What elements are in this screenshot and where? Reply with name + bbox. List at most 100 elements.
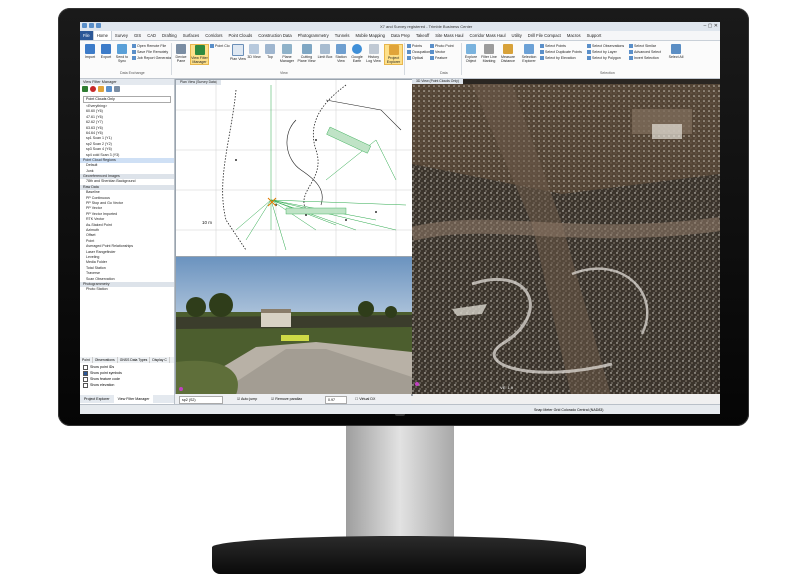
tab-observations[interactable]: Observations xyxy=(93,357,118,363)
tab-photogrammetry[interactable]: Photogrammetry xyxy=(295,31,332,40)
tab-site-mass-haul[interactable]: Site Mass Haul xyxy=(432,31,466,40)
tab-cad[interactable]: CAD xyxy=(144,31,159,40)
tab-macros[interactable]: Macros xyxy=(564,31,584,40)
tab-construction-data[interactable]: Construction Data xyxy=(255,31,295,40)
points-button[interactable]: Points xyxy=(407,44,422,49)
send-to-sync-button[interactable]: Send to Sync xyxy=(114,44,130,63)
select-observations-button[interactable]: Select Observations xyxy=(587,44,624,49)
select-all-button[interactable]: Select All xyxy=(668,44,684,59)
delete-filter-icon[interactable] xyxy=(90,86,96,92)
copy-filter-icon[interactable] xyxy=(106,86,112,92)
google-earth-button[interactable]: Google Earth xyxy=(349,44,365,63)
tab-corridors[interactable]: Corridors xyxy=(202,31,225,40)
save-icon[interactable] xyxy=(82,23,87,28)
virtual-dx-checkbox[interactable]: ☐ Virtual DX xyxy=(355,394,375,404)
select-points-icon xyxy=(540,44,544,49)
station-dropdown[interactable]: sp2 (S2) xyxy=(179,396,223,404)
tab-point-clouds[interactable]: Point Clouds xyxy=(225,31,255,40)
select-by-polygon-button[interactable]: Select by Polygon xyxy=(587,56,621,61)
tab-drill-file-compact[interactable]: Drill File Compact xyxy=(525,31,564,40)
top-button[interactable]: Top xyxy=(262,44,278,59)
filter-icon xyxy=(194,45,205,55)
point-cloud-button[interactable]: Point Clo xyxy=(210,44,230,49)
tab-mobile-mapping[interactable]: Mobile Mapping xyxy=(352,31,388,40)
tab-utility[interactable]: Utility xyxy=(509,31,525,40)
scale-label: 10 m xyxy=(202,220,213,225)
occupation-button[interactable]: Occupation xyxy=(407,50,430,55)
undo-icon[interactable] xyxy=(89,23,94,28)
selection-explorer-button[interactable]: Selection Explorer xyxy=(520,44,538,63)
tab-tunnels[interactable]: Tunnels xyxy=(332,31,353,40)
optical-button[interactable]: Optical xyxy=(407,56,423,61)
tab-home[interactable]: Home xyxy=(92,31,112,40)
tab-project-explorer[interactable]: Project Explorer xyxy=(80,395,114,403)
3d-view[interactable]: 3D View (Point Clouds Only) VE: 1.0 xyxy=(412,79,720,394)
select-points-button[interactable]: Select Points xyxy=(540,44,566,49)
remove-parallax-checkbox[interactable]: ☑ Remove parallax xyxy=(271,394,302,404)
vector-button[interactable]: Vector xyxy=(430,50,445,55)
plane-manager-button[interactable]: Plane Manager xyxy=(278,44,296,63)
title-bar: X7 and Survey registered - Trimble Busin… xyxy=(80,22,720,31)
ribbon-tabs: File Home Survey GIS CAD Drafting Surfac… xyxy=(80,31,720,41)
plan-view[interactable]: Plan View (Survey Data) 10 m xyxy=(175,79,413,257)
tab-takeoff[interactable]: Takeoff xyxy=(413,31,432,40)
advanced-select-button[interactable]: Advanced Select xyxy=(629,50,661,55)
ve-label: VE: 1.0 xyxy=(500,385,514,390)
import-button[interactable]: Import xyxy=(82,44,98,59)
invert-selection-button[interactable]: Invert Selection xyxy=(629,56,659,61)
add-filter-icon[interactable] xyxy=(82,86,88,92)
filter-options-icon[interactable] xyxy=(114,86,120,92)
tab-data-prep[interactable]: Data Prep xyxy=(388,31,413,40)
select-by-elevation-button[interactable]: Select by Elevation xyxy=(540,56,576,61)
tab-display[interactable]: Display C xyxy=(150,357,170,363)
save-file-remotely-button[interactable]: Save File Remotely xyxy=(132,50,168,55)
photo-point-button[interactable]: Photo Point xyxy=(430,44,454,49)
top-view-icon xyxy=(265,44,275,54)
vector-icon xyxy=(430,50,434,55)
station-view[interactable]: Station View (Point Clouds) - sp2 xyxy=(175,256,413,396)
plan-view-button[interactable]: Plan View xyxy=(230,44,246,61)
select-duplicate-points-button[interactable]: Select Duplicate Points xyxy=(540,50,582,55)
tab-surfaces[interactable]: Surfaces xyxy=(180,31,203,40)
filter-line-marking-button[interactable]: Filter Line Marking xyxy=(480,44,498,63)
3d-view-button[interactable]: 3D View xyxy=(246,44,262,59)
device-pane-button[interactable]: Device Pane xyxy=(173,44,189,63)
list-item-photo[interactable]: Photo Station xyxy=(80,287,174,292)
auto-jump-checkbox[interactable]: ☑ Auto jump xyxy=(237,394,257,404)
tab-file[interactable]: File xyxy=(80,31,93,40)
filter-dropdown[interactable]: Point Clouds Only xyxy=(83,96,171,103)
select-by-layer-button[interactable]: Select by Layer xyxy=(587,50,617,55)
parallax-value-input[interactable]: 0.97 xyxy=(325,396,347,404)
window-controls[interactable]: – ▢ ✕ xyxy=(704,22,718,31)
explore-object-button[interactable]: Explore Object xyxy=(463,44,479,63)
tab-gnss-data-types[interactable]: GNSS Data Types xyxy=(118,357,151,363)
data-group-label: Data xyxy=(440,71,448,75)
report-icon xyxy=(132,56,136,61)
tab-view-filter-manager[interactable]: View Filter Manager xyxy=(113,395,154,403)
feature-button[interactable]: Feature xyxy=(430,56,447,61)
tab-support[interactable]: Support xyxy=(584,31,605,40)
tab-corridor-mass-haul[interactable]: Corridor Mass Haul xyxy=(466,31,508,40)
line-marking-icon xyxy=(484,44,494,54)
station-icon xyxy=(336,44,346,54)
view-filter-manager-button[interactable]: View Filter Manager xyxy=(190,44,209,65)
import-icon xyxy=(85,44,95,54)
station-view-button[interactable]: Station View xyxy=(333,44,349,63)
tab-point[interactable]: Point xyxy=(80,357,93,363)
edit-filter-icon[interactable] xyxy=(98,86,104,92)
tab-gis[interactable]: GIS xyxy=(131,31,144,40)
tab-drafting[interactable]: Drafting xyxy=(159,31,180,40)
cutting-plane-view-button[interactable]: Cutting Plane View xyxy=(297,44,316,63)
limit-box-button[interactable]: Limit Box xyxy=(317,44,333,59)
export-button[interactable]: Export xyxy=(98,44,114,59)
measure-distance-button[interactable]: Measure Distance xyxy=(499,44,517,63)
job-report-generator-button[interactable]: Job Report Generator xyxy=(132,56,172,61)
project-explorer-icon xyxy=(388,45,399,55)
open-remote-file-button[interactable]: Open Remote File xyxy=(132,44,166,49)
tab-survey[interactable]: Survey xyxy=(112,31,131,40)
project-explorer-button[interactable]: Project Explorer xyxy=(384,44,403,65)
redo-icon[interactable] xyxy=(96,23,101,28)
select-similar-button[interactable]: Select Similar xyxy=(629,44,656,49)
history-log-view-button[interactable]: History Log View xyxy=(365,44,382,63)
show-elevation-checkbox[interactable]: Show elevation xyxy=(80,382,174,388)
